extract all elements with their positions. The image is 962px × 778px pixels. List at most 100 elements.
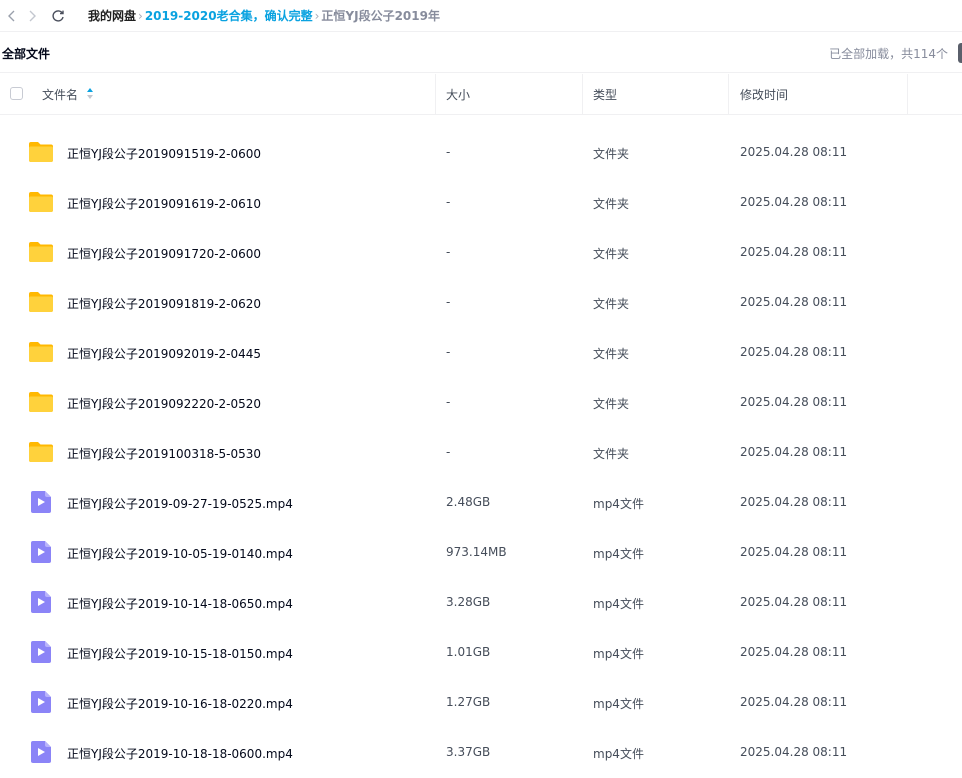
breadcrumb-separator-icon: ›	[314, 8, 320, 23]
file-name[interactable]: 正恒YJ段公子2019091619-2-0610	[67, 195, 261, 212]
file-size: 1.01GB	[446, 645, 491, 659]
chevron-left-icon	[8, 10, 15, 22]
file-row[interactable]: 正恒YJ段公子2019-09-27-19-0525.mp4 2.48GB mp4文件…	[0, 478, 962, 528]
breadcrumb: 我的网盘 › 2019-2020老合集，确认完整 › 正恒YJ段公子2019年	[88, 0, 440, 31]
refresh-button[interactable]	[48, 6, 68, 26]
column-header-name[interactable]: 文件名	[42, 74, 94, 114]
top-nav-bar: 我的网盘 › 2019-2020老合集，确认完整 › 正恒YJ段公子2019年	[0, 0, 962, 32]
refresh-icon	[52, 10, 64, 22]
file-row[interactable]: 正恒YJ段公子2019091720-2-0600 - 文件夹 2025.04.28 0…	[0, 228, 962, 278]
file-size: -	[446, 445, 451, 459]
file-modified-time: 2025.04.28 08:11	[740, 595, 848, 609]
file-modified-time: 2025.04.28 08:11	[740, 195, 848, 209]
column-type-label: 类型	[593, 87, 618, 102]
file-name[interactable]: 正恒YJ段公子2019092220-2-0520	[67, 395, 261, 412]
file-type: mp4文件	[593, 647, 644, 661]
folder-icon	[28, 440, 54, 464]
file-row[interactable]: 正恒YJ段公子2019-10-15-18-0150.mp4 1.01GB mp4文件…	[0, 628, 962, 678]
column-divider[interactable]	[435, 74, 436, 114]
file-row[interactable]: 正恒YJ段公子2019-10-05-19-0140.mp4 973.14MB mp4…	[0, 528, 962, 578]
back-button[interactable]	[2, 6, 22, 26]
file-row[interactable]: 正恒YJ段公子2019092019-2-0445 - 文件夹 2025.04.28 0…	[0, 328, 962, 378]
file-modified-time: 2025.04.28 08:11	[740, 295, 848, 309]
folder-icon	[28, 240, 54, 264]
file-size: -	[446, 345, 451, 359]
folder-icon	[28, 140, 54, 164]
file-row[interactable]: 正恒YJ段公子2019091519-2-0600 - 文件夹 2025.04.28 0…	[0, 128, 962, 178]
folder-icon	[28, 340, 54, 364]
folder-icon	[28, 190, 54, 214]
file-name[interactable]: 正恒YJ段公子2019-09-27-19-0525.mp4	[67, 495, 293, 512]
file-size: 3.28GB	[446, 595, 491, 609]
file-modified-time: 2025.04.28 08:11	[740, 745, 848, 759]
file-size: -	[446, 195, 451, 209]
file-type: 文件夹	[593, 397, 630, 411]
file-name[interactable]: 正恒YJ段公子2019-10-15-18-0150.mp4	[67, 645, 293, 662]
file-name[interactable]: 正恒YJ段公子2019-10-14-18-0650.mp4	[67, 595, 293, 612]
file-row[interactable]: 正恒YJ段公子2019091619-2-0610 - 文件夹 2025.04.28 0…	[0, 178, 962, 228]
file-size: 2.48GB	[446, 495, 491, 509]
file-list-title-bar: 全部文件 已全部加载，共114个	[0, 33, 962, 73]
select-all-checkbox[interactable]	[10, 87, 23, 100]
column-header-type[interactable]: 类型	[593, 74, 617, 114]
file-name[interactable]: 正恒YJ段公子2019091819-2-0620	[67, 295, 261, 312]
file-modified-time: 2025.04.28 08:11	[740, 145, 848, 159]
file-row[interactable]: 正恒YJ段公子2019091819-2-0620 - 文件夹 2025.04.28 0…	[0, 278, 962, 328]
breadcrumb-root[interactable]: 我的网盘	[88, 7, 136, 24]
file-name[interactable]: 正恒YJ段公子2019092019-2-0445	[67, 345, 261, 362]
file-row[interactable]: 正恒YJ段公子2019-10-18-18-0600.mp4 3.37GB mp4文件…	[0, 728, 962, 778]
column-modified-label: 修改时间	[740, 87, 789, 102]
video-file-icon	[28, 540, 54, 564]
file-modified-time: 2025.04.28 08:11	[740, 545, 848, 559]
file-row[interactable]: 正恒YJ段公子2019-10-14-18-0650.mp4 3.28GB mp4文件…	[0, 578, 962, 628]
file-name[interactable]: 正恒YJ段公子2019-10-05-19-0140.mp4	[67, 545, 293, 562]
video-file-icon	[28, 490, 54, 514]
folder-icon	[28, 290, 54, 314]
column-header-modified[interactable]: 修改时间	[740, 74, 788, 114]
video-file-icon	[28, 690, 54, 714]
file-type: 文件夹	[593, 297, 630, 311]
file-modified-time: 2025.04.28 08:11	[740, 445, 848, 459]
loaded-count-status: 已全部加载，共114个	[829, 47, 948, 61]
folder-icon	[28, 390, 54, 414]
file-modified-time: 2025.04.28 08:11	[740, 245, 848, 259]
file-size: 3.37GB	[446, 745, 491, 759]
file-name[interactable]: 正恒YJ段公子2019091519-2-0600	[67, 145, 261, 162]
column-size-label: 大小	[446, 87, 471, 102]
column-divider[interactable]	[907, 74, 908, 114]
file-type: 文件夹	[593, 147, 630, 161]
file-size: -	[446, 145, 451, 159]
file-type: 文件夹	[593, 347, 630, 361]
file-modified-time: 2025.04.28 08:11	[740, 345, 848, 359]
file-row[interactable]: 正恒YJ段公子2019100318-5-0530 - 文件夹 2025.04.28 0…	[0, 428, 962, 478]
file-modified-time: 2025.04.28 08:11	[740, 645, 848, 659]
video-file-icon	[28, 740, 54, 764]
column-divider[interactable]	[728, 74, 729, 114]
file-type: 文件夹	[593, 197, 630, 211]
file-modified-time: 2025.04.28 08:11	[740, 495, 848, 509]
all-files-title: 全部文件	[2, 47, 51, 61]
column-header-size[interactable]: 大小	[446, 74, 470, 114]
chevron-right-icon	[29, 10, 36, 22]
view-toggle-button[interactable]	[958, 43, 962, 63]
file-modified-time: 2025.04.28 08:11	[740, 395, 848, 409]
file-row[interactable]: 正恒YJ段公子2019092220-2-0520 - 文件夹 2025.04.28 0…	[0, 378, 962, 428]
column-name-label: 文件名	[42, 87, 79, 102]
breadcrumb-separator-icon: ›	[138, 8, 143, 23]
file-size: -	[446, 245, 451, 259]
file-name[interactable]: 正恒YJ段公子2019-10-16-18-0220.mp4	[67, 695, 293, 712]
file-name[interactable]: 正恒YJ段公子2019091720-2-0600	[67, 245, 261, 262]
sort-ascending-icon[interactable]	[86, 87, 94, 101]
breadcrumb-parent-folder[interactable]: 2019-2020老合集，确认完整	[145, 7, 313, 24]
video-file-icon	[28, 590, 54, 614]
file-name[interactable]: 正恒YJ段公子2019100318-5-0530	[67, 445, 261, 462]
file-type: mp4文件	[593, 497, 644, 511]
forward-button[interactable]	[22, 6, 42, 26]
column-divider[interactable]	[582, 74, 583, 114]
file-list-header: 文件名 大小 类型 修改时间	[0, 74, 962, 115]
file-name[interactable]: 正恒YJ段公子2019-10-18-18-0600.mp4	[67, 745, 293, 762]
file-size: 1.27GB	[446, 695, 491, 709]
file-type: mp4文件	[593, 697, 644, 711]
file-row[interactable]: 正恒YJ段公子2019-10-16-18-0220.mp4 1.27GB mp4文件…	[0, 678, 962, 728]
file-type: mp4文件	[593, 747, 644, 761]
